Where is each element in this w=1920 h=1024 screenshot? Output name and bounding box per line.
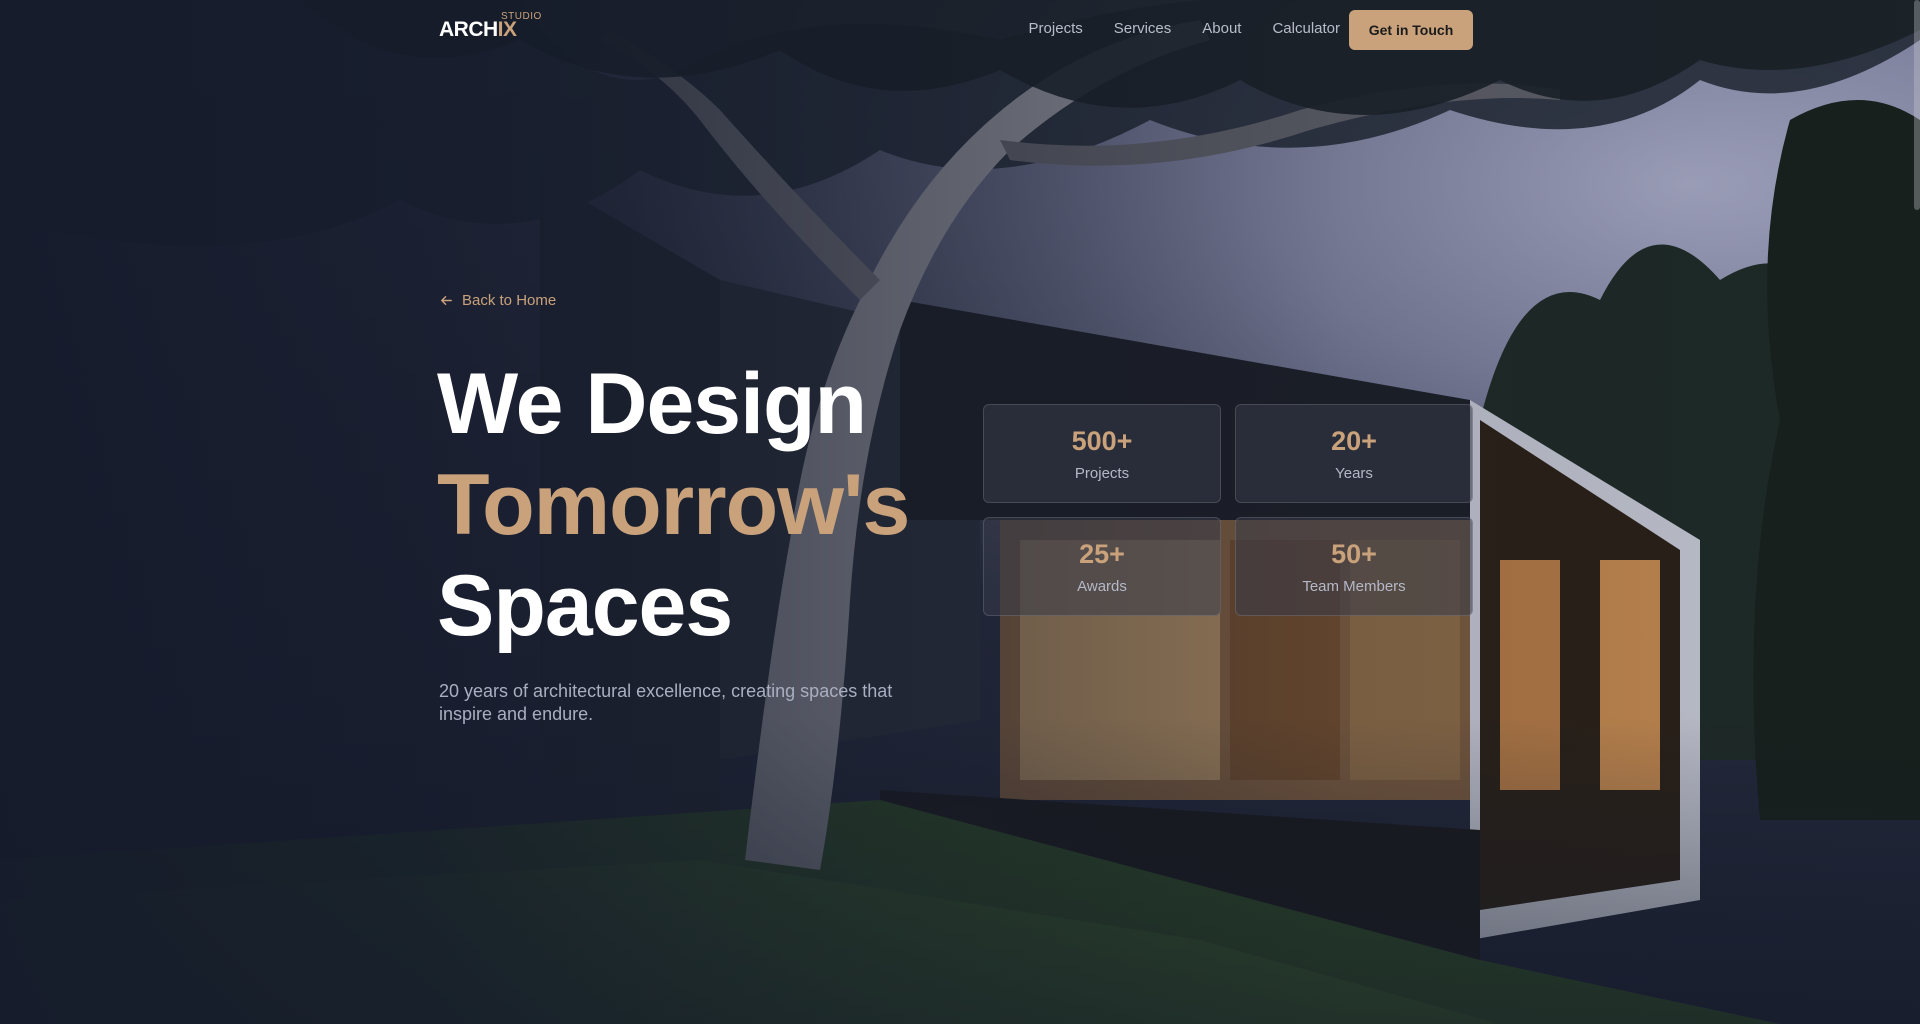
stat-label: Projects (1074, 464, 1130, 482)
stat-value: 500+ (1071, 425, 1133, 456)
stat-value: 25+ (1079, 538, 1125, 569)
back-to-home-link[interactable]: Back to Home (439, 292, 556, 309)
headline-line-1: We Design (437, 356, 867, 452)
nav-link-about[interactable]: About (1202, 20, 1241, 37)
stat-value: 50+ (1331, 538, 1377, 569)
nav-link-calculator[interactable]: Calculator (1272, 20, 1340, 37)
stat-card-awards: 25+ Awards (983, 517, 1221, 616)
stat-value: 20+ (1331, 425, 1377, 456)
get-in-touch-button[interactable]: Get in Touch (1349, 10, 1473, 50)
brand-name-main: ARCH (439, 18, 498, 41)
stat-label: Team Members (1302, 577, 1406, 595)
top-navigation: ARCHIX STUDIO Projects Services About Ca… (0, 0, 1920, 60)
hero-dark-overlay (0, 0, 1920, 1024)
stat-card-years: 20+ Years (1235, 404, 1473, 503)
nav-links: Projects Services About Calculator (1029, 20, 1340, 37)
headline-line-2: Tomorrow's (437, 457, 910, 553)
stat-card-team-members: 50+ Team Members (1235, 517, 1473, 616)
nav-link-services[interactable]: Services (1114, 20, 1172, 37)
back-to-home-label: Back to Home (462, 292, 557, 309)
stat-card-projects: 500+ Projects (983, 404, 1221, 503)
arrow-left-icon (441, 296, 452, 305)
hero-subtitle: 20 years of architectural excellence, cr… (439, 681, 893, 724)
stat-label: Years (1335, 464, 1373, 482)
nav-link-projects[interactable]: Projects (1029, 20, 1083, 37)
hero-headline: We Design Tomorrow's Spaces (437, 354, 910, 657)
headline-line-3: Spaces (437, 558, 733, 654)
stats-grid: 500+ Projects 20+ Years 25+ Awards 50+ T… (983, 404, 1473, 616)
brand-tag: STUDIO (501, 11, 542, 22)
stat-label: Awards (1077, 577, 1127, 595)
